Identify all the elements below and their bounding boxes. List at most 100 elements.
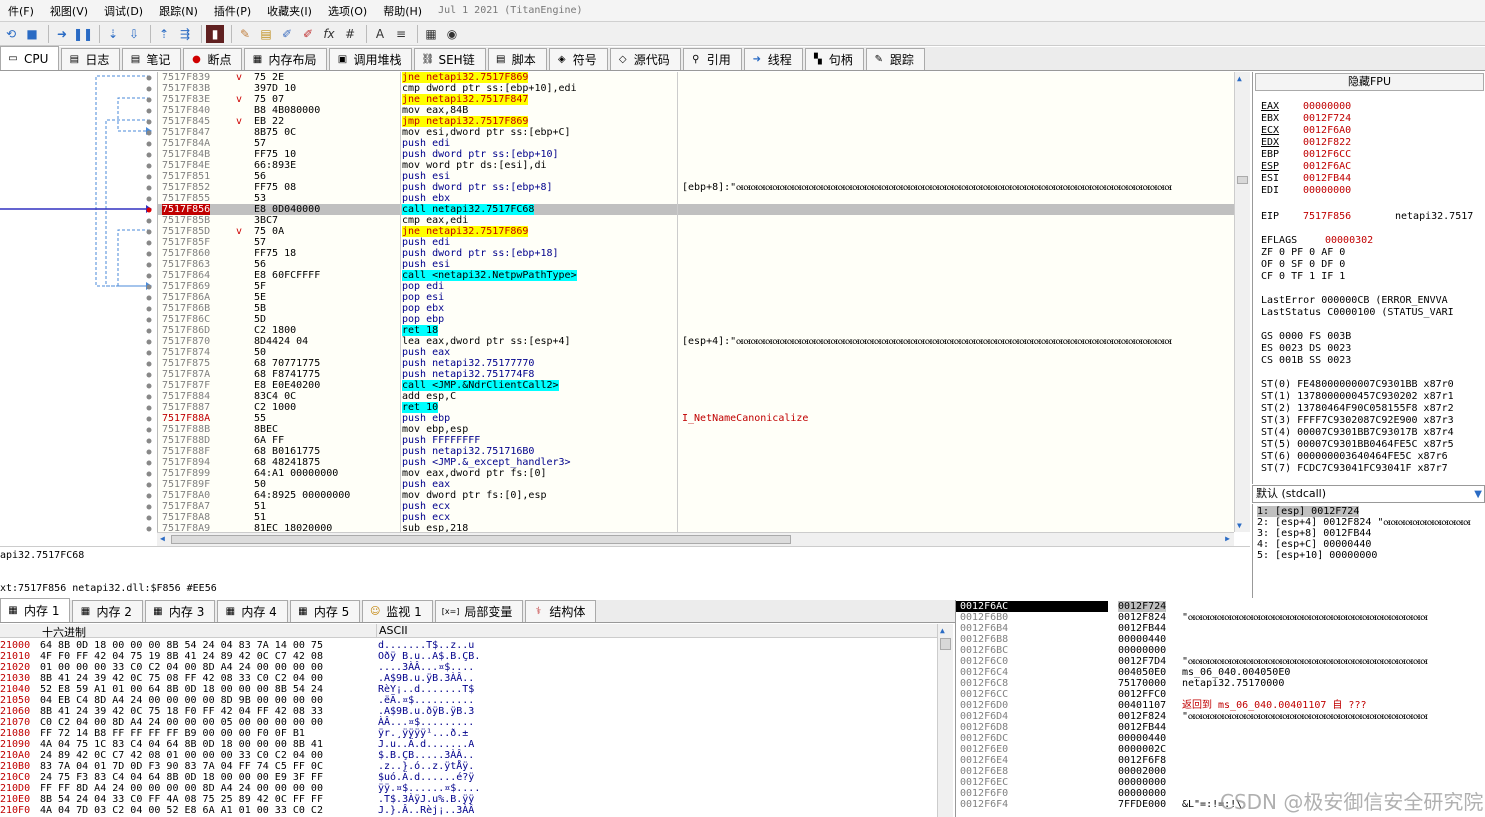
font-icon[interactable]: A <box>371 25 389 43</box>
disasm-row[interactable]: 7517F85B 3BC7 cmp eax,edi <box>158 215 1234 226</box>
tab-callstack[interactable]: ▣ 调用堆栈 <box>329 48 413 70</box>
breakpoint-marker[interactable] <box>146 427 152 433</box>
stack-row[interactable]: 0012F6D4 0012F824 "ꮊꮊꮊꮊꮊꮊꮊꮊꮊꮊꮊꮊꮊꮊꮊꮊꮊꮊꮊꮊꮊꮊꮊ… <box>956 711 1485 722</box>
disasm-row[interactable]: 7517F851 56 push esi <box>158 171 1234 182</box>
breakpoint-marker[interactable] <box>146 75 152 81</box>
breakpoint-marker[interactable] <box>146 317 152 323</box>
breakpoint-marker[interactable] <box>146 438 152 444</box>
stack-row[interactable]: 0012F6C0 0012F7D4 "ꮊꮊꮊꮊꮊꮊꮊꮊꮊꮊꮊꮊꮊꮊꮊꮊꮊꮊꮊꮊꮊꮊꮊ… <box>956 656 1485 667</box>
dump-tab[interactable]: ☺ 监视 1 <box>362 600 433 622</box>
disasm-row[interactable]: 7517F884 83C4 0C add esp,C <box>158 391 1234 402</box>
disasm-row[interactable]: 7517F855 53 push ebx <box>158 193 1234 204</box>
disasm-row[interactable]: 7517F87A 68 F8741775 push netapi32.751774F… <box>158 369 1234 380</box>
disasm-row[interactable]: 7517F85F 57 push edi <box>158 237 1234 248</box>
disasm-row[interactable]: 7517F887 C2 1000 ret 10 <box>158 402 1234 413</box>
breakpoint-marker[interactable] <box>146 108 152 114</box>
tab-references[interactable]: ⚲ 引用 <box>682 48 742 70</box>
breakpoint-marker[interactable] <box>146 482 152 488</box>
stack-row[interactable]: 0012F6BC 00000000 <box>956 645 1485 656</box>
disasm-row[interactable]: 7517F874 50 push eax <box>158 347 1234 358</box>
breakpoint-marker[interactable] <box>146 218 152 224</box>
breakpoint-marker[interactable] <box>146 350 152 356</box>
scroll-left-icon[interactable]: ◀ <box>160 534 165 543</box>
menu-item[interactable]: 跟踪(N) <box>151 3 206 19</box>
disasm-row[interactable]: 7517F8A0 64:8925 00000000 mov dword ptr fs… <box>158 490 1234 501</box>
breakpoint-marker[interactable] <box>146 526 152 532</box>
disassembly-view[interactable]: 7517F839 v 75 2E jne netapi32.7517F869 7517F… <box>157 72 1234 532</box>
restart-icon[interactable]: ⟲ <box>2 25 20 43</box>
dump-tab[interactable]: ⚕ 结构体 <box>525 600 597 622</box>
tab-symbol[interactable]: ◈ 符号 <box>548 48 608 70</box>
hash-icon[interactable]: # <box>341 25 359 43</box>
disasm-row[interactable]: 7517F852 FF75 08 push dword ptr ss:[ebp+8]… <box>158 182 1234 193</box>
disasm-row[interactable]: 7517F86B 5B pop ebx <box>158 303 1234 314</box>
disasm-row[interactable]: 7517F860 FF75 18 push dword ptr ss:[ebp+18… <box>158 248 1234 259</box>
register-value[interactable]: 00000302 <box>1325 235 1373 246</box>
run-icon[interactable]: ➜ <box>53 25 71 43</box>
hide-fpu-button[interactable]: 隐藏FPU <box>1255 73 1484 91</box>
breakpoint-marker[interactable] <box>146 284 152 290</box>
disasm-row[interactable]: 7517F86D C2 1800 ret 18 <box>158 325 1234 336</box>
dump-tab[interactable]: [x=] 局部变量 <box>434 600 524 622</box>
disasm-row[interactable]: 7517F88A 55 push ebp I_NetNameCanonicalize <box>158 413 1234 424</box>
stack-row[interactable]: 0012F6C4 004050E0 ms_06_040.004050E0 <box>956 667 1485 678</box>
disasm-row[interactable]: 7517F899 64:A1 00000000 mov eax,dword ptr … <box>158 468 1234 479</box>
breakpoint-marker[interactable] <box>146 207 152 213</box>
run-to-user-icon[interactable]: ⇶ <box>176 25 194 43</box>
breakpoint-marker[interactable] <box>146 130 152 136</box>
register-value[interactable]: 0012F724 <box>1303 113 1351 124</box>
register-value[interactable]: 7517F856 <box>1303 211 1395 222</box>
breakpoint-marker[interactable] <box>146 504 152 510</box>
disassembly-horizontal-scrollbar[interactable]: ◀ ▶ <box>157 532 1234 546</box>
disasm-row[interactable]: 7517F840 B8 4B080000 mov eax,84B <box>158 105 1234 116</box>
tab-seh[interactable]: ⛓ SEH链 <box>414 48 486 70</box>
tab-breakpoint[interactable]: ● 断点 <box>183 48 243 70</box>
tab-cpu[interactable]: ▭ CPU <box>0 46 60 70</box>
breakpoint-marker[interactable] <box>146 361 152 367</box>
breakpoint-marker[interactable] <box>146 97 152 103</box>
register-value[interactable]: 0012F6CC <box>1303 149 1351 160</box>
step-over-icon[interactable]: ⇩ <box>125 25 143 43</box>
comment-icon[interactable]: ▤ <box>257 25 275 43</box>
stack-row[interactable]: 0012F6B0 0012F824 "ꮊꮊꮊꮊꮊꮊꮊꮊꮊꮊꮊꮊꮊꮊꮊꮊꮊꮊꮊꮊꮊꮊꮊ… <box>956 612 1485 623</box>
globe-icon[interactable]: ◉ <box>443 25 461 43</box>
strings-icon[interactable]: ≡ <box>392 25 410 43</box>
breakpoint-marker[interactable] <box>146 405 152 411</box>
dump-tab[interactable]: ▦ 内存 5 <box>289 600 361 622</box>
breakpoint-marker[interactable] <box>146 229 152 235</box>
chevron-down-icon[interactable]: ▼ <box>1474 487 1482 503</box>
disasm-row[interactable]: 7517F83E v 75 07 jne netapi32.7517F847 <box>158 94 1234 105</box>
run-to-return-icon[interactable]: ⇡ <box>155 25 173 43</box>
breakpoint-marker[interactable] <box>146 306 152 312</box>
menu-item[interactable]: 插件(P) <box>206 3 259 19</box>
stack-row[interactable]: 0012F6AC 0012F724 <box>956 601 1485 612</box>
breakpoint-marker[interactable] <box>146 163 152 169</box>
register-value[interactable]: 0012FB44 <box>1303 173 1351 184</box>
disasm-row[interactable]: 7517F84A 57 push edi <box>158 138 1234 149</box>
disasm-row[interactable]: 7517F86C 5D pop ebp <box>158 314 1234 325</box>
disasm-row[interactable]: 7517F894 68 48241875 push <JMP.&_except_ha… <box>158 457 1234 468</box>
breakpoint-marker[interactable] <box>146 251 152 257</box>
scroll-down-icon[interactable]: ▼ <box>1237 521 1242 530</box>
calling-convention-select[interactable]: 默认 (stdcall) ▼ <box>1252 485 1485 503</box>
disasm-row[interactable]: 7517F864 E8 60FCFFFF call <netapi32.NetpwP… <box>158 270 1234 281</box>
scroll-thumb[interactable] <box>171 535 791 544</box>
pause-icon[interactable]: ❚❚ <box>73 25 93 43</box>
scroll-thumb[interactable] <box>1237 176 1248 184</box>
scroll-up-icon[interactable]: ▲ <box>940 626 945 635</box>
tab-script[interactable]: ▤ 脚本 <box>487 48 547 70</box>
step-into-icon[interactable]: ⇣ <box>104 25 122 43</box>
stop-icon[interactable]: ■ <box>23 25 41 43</box>
disasm-row[interactable]: 7517F84E 66:893E mov word ptr ds:[esi],di <box>158 160 1234 171</box>
disasm-row[interactable]: 7517F869 5F pop edi <box>158 281 1234 292</box>
breakpoint-marker[interactable] <box>146 141 152 147</box>
menu-item[interactable]: 视图(V) <box>42 3 96 19</box>
disasm-row[interactable]: 7517F86A 5E pop esi <box>158 292 1234 303</box>
dump-tab[interactable]: ▦ 内存 3 <box>144 600 216 622</box>
dump-tab[interactable]: ▦ 内存 4 <box>217 600 288 622</box>
stack-row[interactable]: 0012F6E8 00002000 <box>956 766 1485 777</box>
register-value[interactable]: 0012F6AC <box>1303 161 1351 172</box>
bookmark-icon[interactable]: ✐ <box>299 25 317 43</box>
tab-handles[interactable]: ▚ 句柄 <box>804 48 864 70</box>
stack-row[interactable]: 0012F6DC 00000440 <box>956 733 1485 744</box>
